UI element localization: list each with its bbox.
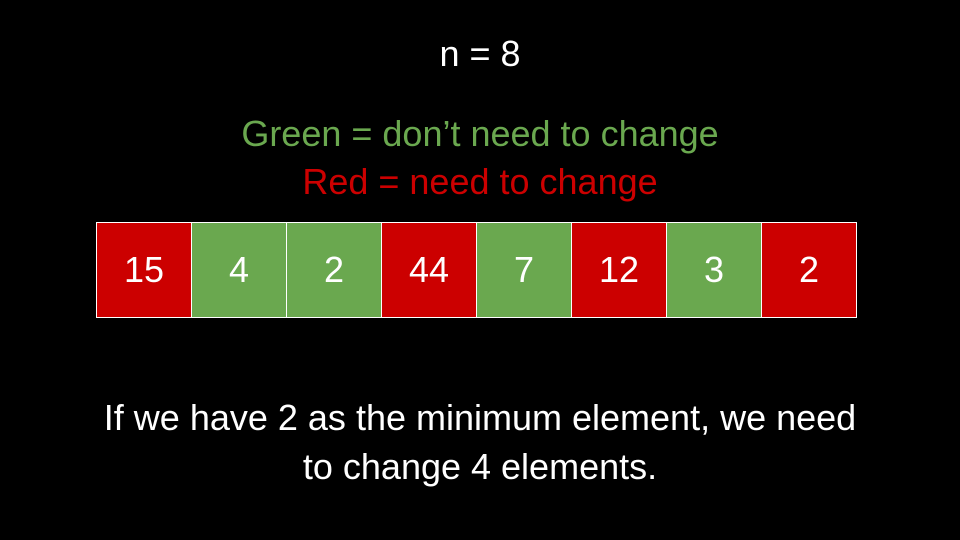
array-cell-green: 2 [286,222,382,318]
array-cell-red: 12 [571,222,667,318]
slide-title: n = 8 [439,33,521,74]
array-cell-red: 44 [381,222,477,318]
array-cell-red: 15 [96,222,192,318]
legend-red-text: Red = need to change [302,161,658,202]
caption-line-1: If we have 2 as the minimum element, we … [103,397,857,438]
array-cell-red: 2 [761,222,857,318]
array-row: 15 4 2 44 7 12 3 2 [96,222,864,318]
array-cell-green: 3 [666,222,762,318]
legend-green-text: Green = don’t need to change [241,113,719,154]
array-cell-green: 4 [191,222,287,318]
array-cell-green: 7 [476,222,572,318]
caption-line-2: to change 4 elements. [302,446,658,487]
